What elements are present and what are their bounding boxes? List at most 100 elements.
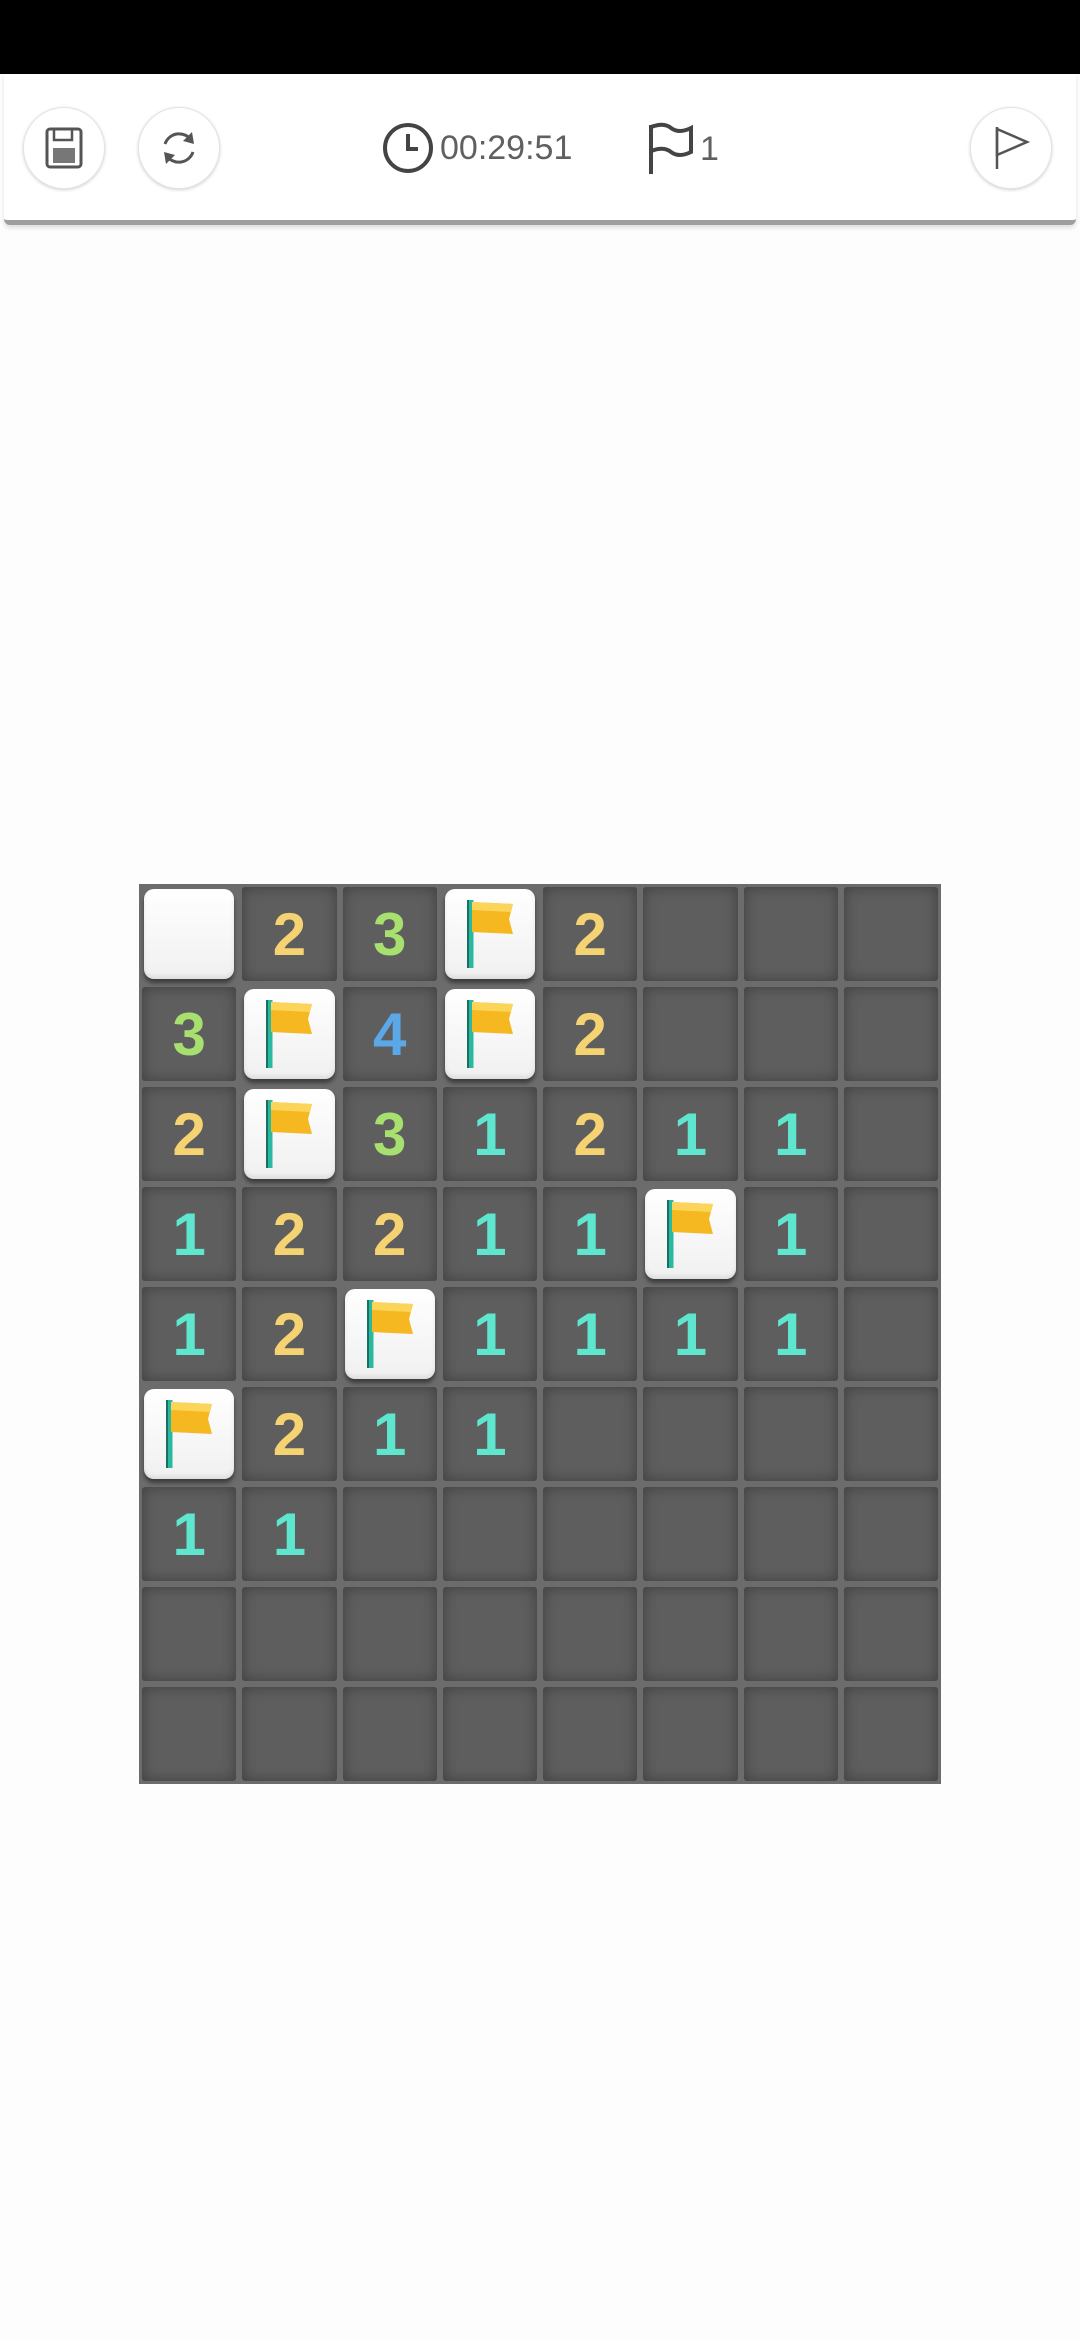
number-cell[interactable]: 2 [242,887,337,981]
number-cell[interactable]: 2 [242,1387,337,1481]
revealed-cell[interactable] [743,1487,838,1581]
revealed-cell[interactable] [843,1587,938,1681]
number-cell[interactable]: 3 [342,1087,437,1181]
revealed-cell[interactable] [643,1587,738,1681]
cell-number: 1 [473,1200,507,1268]
revealed-cell[interactable] [543,1387,638,1481]
timer: 00:29:51 [382,122,572,174]
number-cell[interactable]: 2 [543,1087,638,1181]
revealed-cell[interactable] [643,887,738,981]
flagged-cell[interactable] [144,1389,235,1479]
revealed-cell[interactable] [142,1587,237,1681]
revealed-cell[interactable] [743,987,838,1081]
revealed-cell[interactable] [342,1587,437,1681]
number-cell[interactable]: 1 [442,1187,537,1281]
flag-icon [466,900,513,968]
number-cell[interactable]: 3 [342,887,437,981]
number-cell[interactable]: 2 [543,887,638,981]
flagged-cell[interactable] [645,1189,736,1279]
revealed-cell[interactable] [643,987,738,1081]
number-cell[interactable]: 2 [242,1187,337,1281]
flag-icon [266,1000,313,1068]
number-cell[interactable]: 1 [142,1287,237,1381]
revealed-cell[interactable] [643,1387,738,1481]
cell-number: 1 [473,1300,507,1368]
flag-icon [466,1000,513,1068]
restart-icon [163,132,195,164]
number-cell[interactable]: 1 [543,1287,638,1381]
flag-counter: 1 [646,122,719,176]
revealed-cell[interactable] [743,1687,838,1781]
number-cell[interactable]: 2 [543,987,638,1081]
save-icon [45,127,83,169]
number-cell[interactable]: 1 [743,1187,838,1281]
revealed-cell[interactable] [342,1487,437,1581]
cell-number: 2 [272,1300,307,1368]
revealed-cell[interactable] [743,1587,838,1681]
revealed-cell[interactable] [843,887,938,981]
revealed-cell[interactable] [643,1687,738,1781]
revealed-cell[interactable] [843,1287,938,1381]
flag-mode-toggle[interactable] [970,107,1052,189]
revealed-cell[interactable] [342,1687,437,1781]
revealed-cell[interactable] [242,1587,337,1681]
number-cell[interactable]: 1 [442,1087,537,1181]
revealed-cell[interactable] [843,1187,938,1281]
number-cell[interactable]: 2 [242,1287,337,1381]
cell-number: 2 [272,1400,307,1468]
revealed-cell[interactable] [843,1387,938,1481]
cell-number: 1 [172,1300,206,1368]
revealed-cell[interactable] [843,987,938,1081]
revealed-cell[interactable] [543,1687,638,1781]
number-cell[interactable]: 2 [342,1187,437,1281]
revealed-cell[interactable] [843,1487,938,1581]
cell-number: 1 [773,1100,808,1168]
revealed-cell[interactable] [643,1487,738,1581]
restart-button[interactable] [138,107,220,189]
number-cell[interactable]: 3 [142,987,237,1081]
flag-icon [667,1200,714,1268]
flag-icon [266,1100,313,1168]
number-cell[interactable]: 1 [743,1287,838,1381]
number-cell[interactable]: 1 [643,1087,738,1181]
revealed-cell[interactable] [543,1587,638,1681]
covered-cell[interactable] [144,889,235,979]
cell-number: 2 [573,1000,607,1068]
cell-number: 2 [372,1200,407,1268]
number-cell[interactable]: 1 [743,1087,838,1181]
flag-icon [166,1400,213,1468]
revealed-cell[interactable] [142,1687,237,1781]
number-cell[interactable]: 1 [442,1287,537,1381]
cell-number: 2 [573,1100,607,1168]
revealed-cell[interactable] [442,1587,537,1681]
number-cell[interactable]: 4 [342,987,437,1081]
revealed-cell[interactable] [843,1087,938,1181]
flagged-cell[interactable] [244,989,335,1079]
cell-number: 1 [573,1300,607,1368]
number-cell[interactable]: 1 [142,1487,237,1581]
revealed-cell[interactable] [442,1687,537,1781]
save-button[interactable] [23,107,105,189]
revealed-cell[interactable] [743,1387,838,1481]
cell-number: 1 [272,1500,307,1568]
cell-number: 3 [372,1100,407,1168]
number-cell[interactable]: 1 [643,1287,738,1381]
timer-value: 00:29:51 [440,128,573,167]
revealed-cell[interactable] [543,1487,638,1581]
number-cell[interactable]: 1 [342,1387,437,1481]
cell-number: 2 [272,900,307,968]
flagged-cell[interactable] [444,889,535,979]
number-cell[interactable]: 1 [543,1187,638,1281]
cell-number: 1 [473,1100,507,1168]
flagged-cell[interactable] [444,989,535,1079]
number-cell[interactable]: 1 [242,1487,337,1581]
revealed-cell[interactable] [242,1687,337,1781]
revealed-cell[interactable] [743,887,838,981]
revealed-cell[interactable] [843,1687,938,1781]
flagged-cell[interactable] [344,1289,435,1379]
number-cell[interactable]: 1 [442,1387,537,1481]
revealed-cell[interactable] [442,1487,537,1581]
number-cell[interactable]: 2 [142,1087,237,1181]
flagged-cell[interactable] [244,1089,335,1179]
number-cell[interactable]: 1 [142,1187,237,1281]
